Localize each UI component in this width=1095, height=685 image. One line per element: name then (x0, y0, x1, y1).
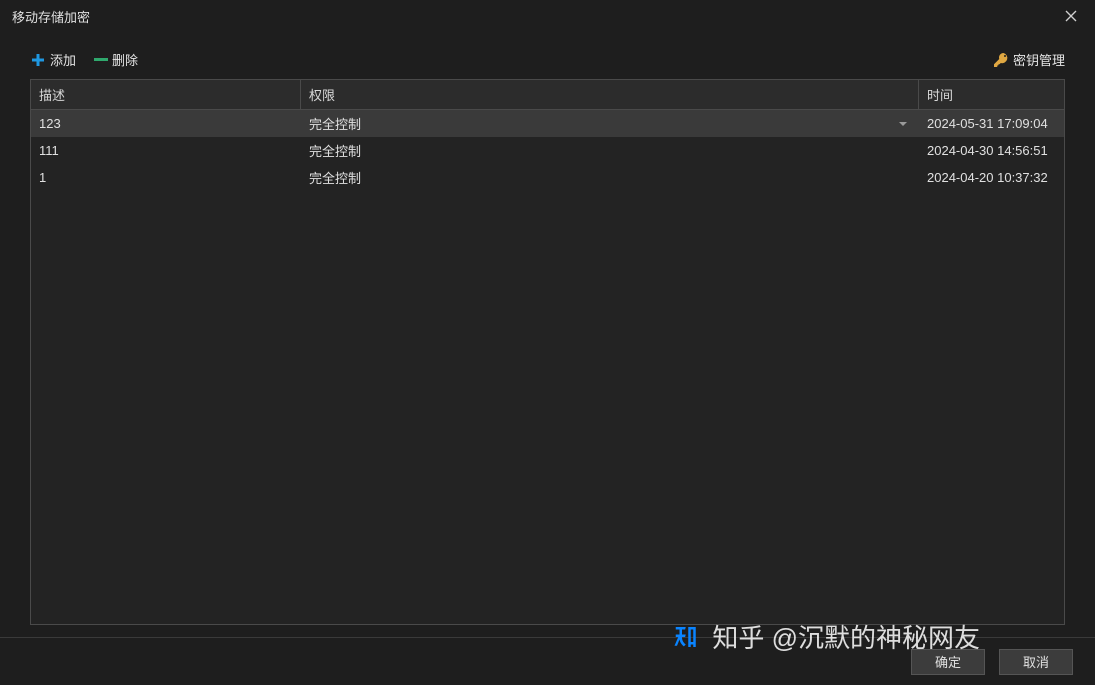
title-bar: 移动存储加密 (0, 0, 1095, 32)
key-icon (993, 52, 1009, 68)
add-label: 添加 (50, 50, 76, 69)
window-close-button[interactable] (1057, 2, 1085, 30)
table-row[interactable]: 1完全控制2024-04-20 10:37:32 (31, 164, 1064, 191)
cell-description: 123 (31, 116, 301, 131)
minus-icon (94, 58, 108, 61)
column-header-permission[interactable]: 权限 (301, 80, 919, 109)
key-management-label: 密钥管理 (1013, 50, 1065, 69)
window-title: 移动存储加密 (12, 7, 90, 26)
cell-permission: 完全控制 (301, 168, 919, 187)
toolbar: 添加 删除 密钥管理 (30, 50, 1065, 69)
table-header: 描述 权限 时间 (31, 80, 1064, 110)
table-row[interactable]: 111完全控制2024-04-30 14:56:51 (31, 137, 1064, 164)
cell-time: 2024-04-30 14:56:51 (919, 143, 1064, 158)
cell-time: 2024-05-31 17:09:04 (919, 116, 1064, 131)
plus-icon (30, 52, 46, 68)
key-management-button[interactable]: 密钥管理 (993, 50, 1065, 69)
cell-time: 2024-04-20 10:37:32 (919, 170, 1064, 185)
cell-description: 111 (31, 143, 301, 158)
remove-label: 删除 (112, 50, 138, 69)
cell-description: 1 (31, 170, 301, 185)
close-icon (1065, 10, 1077, 22)
column-header-time[interactable]: 时间 (919, 80, 1064, 109)
encryption-table: 描述 权限 时间 123完全控制2024-05-31 17:09:04111完全… (30, 79, 1065, 625)
add-button[interactable]: 添加 (30, 50, 76, 69)
chevron-down-icon (899, 122, 907, 126)
content-area: 添加 删除 密钥管理 描述 权限 时间 123完全控制2024-05-31 17… (0, 32, 1095, 637)
dialog-footer: 确定 取消 (0, 637, 1095, 685)
cancel-button[interactable]: 取消 (999, 649, 1073, 675)
remove-button[interactable]: 删除 (94, 50, 138, 69)
table-row[interactable]: 123完全控制2024-05-31 17:09:04 (31, 110, 1064, 137)
ok-button[interactable]: 确定 (911, 649, 985, 675)
cell-permission[interactable]: 完全控制 (301, 114, 919, 133)
table-body: 123完全控制2024-05-31 17:09:04111完全控制2024-04… (31, 110, 1064, 191)
column-header-description[interactable]: 描述 (31, 80, 301, 109)
cell-permission: 完全控制 (301, 141, 919, 160)
